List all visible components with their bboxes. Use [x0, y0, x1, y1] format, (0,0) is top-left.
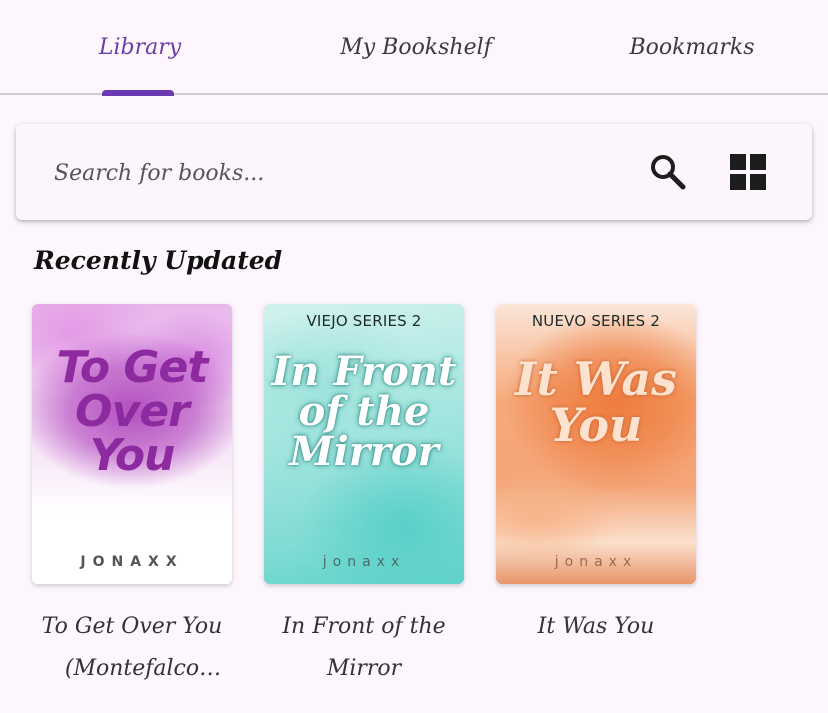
search-icon: [651, 155, 686, 190]
book-card[interactable]: NUEVO SERIES 2 It Was You jonaxx It Was …: [496, 304, 696, 648]
search-input[interactable]: [52, 148, 616, 198]
grid-view-icon: [730, 154, 766, 190]
view-toggle-button[interactable]: [728, 152, 768, 192]
active-tab-indicator: [102, 90, 174, 96]
cover-author: JONAXX: [80, 554, 184, 570]
book-card[interactable]: VIEJO SERIES 2 In Front of the Mirror jo…: [264, 304, 464, 690]
book-title[interactable]: In Front of the Mirror: [264, 606, 464, 690]
book-cover[interactable]: VIEJO SERIES 2 In Front of the Mirror jo…: [264, 304, 464, 584]
cover-title: In Front of the Mirror: [271, 348, 457, 475]
section-title: Recently Updated: [34, 246, 283, 275]
book-title[interactable]: It Was You: [496, 606, 696, 648]
cover-author: jonaxx: [554, 554, 638, 570]
tab-my-bookshelf[interactable]: My Bookshelf: [316, 0, 516, 95]
tab-my-bookshelf-label: My Bookshelf: [340, 35, 492, 60]
cover-title: It Was You: [514, 352, 678, 452]
tab-bookmarks-label: Bookmarks: [629, 35, 755, 60]
tab-library-label: Library: [98, 35, 182, 60]
search-button[interactable]: [648, 152, 688, 192]
book-card[interactable]: To Get Over You JONAXX To Get Over You (…: [32, 304, 232, 690]
search-card: [16, 124, 812, 220]
tab-bookmarks[interactable]: Bookmarks: [592, 0, 792, 95]
cover-series-label: NUEVO SERIES 2: [531, 312, 661, 330]
book-cover[interactable]: To Get Over You JONAXX: [32, 304, 232, 584]
tab-library[interactable]: Library: [40, 0, 240, 95]
book-cover[interactable]: NUEVO SERIES 2 It Was You jonaxx: [496, 304, 696, 584]
cover-author: jonaxx: [322, 554, 406, 570]
tab-bar: Library My Bookshelf Bookmarks: [0, 0, 828, 96]
cover-title: To Get Over You: [56, 342, 209, 481]
book-title[interactable]: To Get Over You (Montefalco Series): [32, 606, 232, 690]
cover-series-label: VIEJO SERIES 2: [306, 312, 422, 330]
